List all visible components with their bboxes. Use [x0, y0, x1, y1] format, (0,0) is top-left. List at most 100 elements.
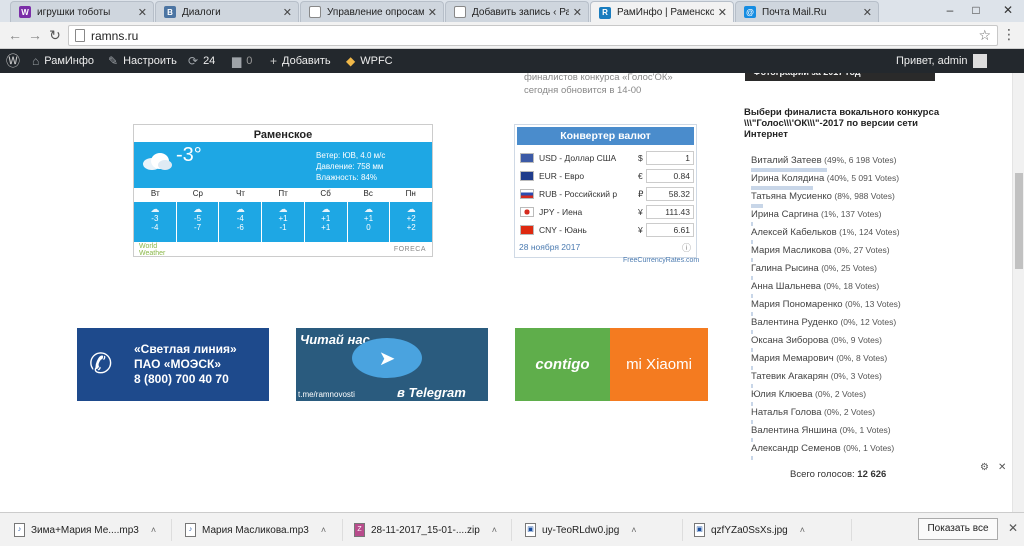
poll-option-name: Оксана Зиборова	[751, 335, 829, 346]
poll-results: Виталий Затеев (49%, 6 198 Votes) Ирина К…	[751, 155, 951, 461]
comments-link[interactable]: ▆ 0	[232, 49, 252, 73]
poll-option-name: Ирина Колядина	[751, 173, 825, 184]
poll-option-name: Юлия Клюева	[751, 389, 813, 400]
window-close-button[interactable]: ✕	[998, 0, 1018, 20]
wpfc-link[interactable]: ◆ WPFC	[346, 49, 393, 73]
poll-option-votes: (0%, 25 Votes)	[821, 263, 877, 273]
download-item[interactable]: ♪ Зима+Мария Ме....mp3 ˄	[14, 519, 172, 541]
add-new-link[interactable]: + Добавить	[270, 49, 331, 73]
gear-icon[interactable]: ⚙	[980, 462, 989, 473]
wordpress-logo-icon[interactable]: Ⓦ	[6, 49, 20, 73]
day-label: Вс	[363, 189, 373, 198]
poll-option-votes: (0%, 27 Votes)	[833, 245, 890, 255]
converter-title: Конвертер валют	[517, 127, 694, 145]
close-icon[interactable]: ✕	[428, 6, 437, 19]
download-item[interactable]: ▣ uy-TeoRLdw0.jpg ˄	[525, 519, 683, 541]
customize-label: Настроить	[123, 55, 177, 67]
show-all-button[interactable]: Показать все	[918, 518, 998, 540]
browser-tab[interactable]: W игрушки тоботы ✕	[10, 1, 154, 22]
snow-cloud-icon: ☁	[150, 204, 160, 214]
back-icon[interactable]: ←	[6, 26, 24, 44]
download-item[interactable]: Z 28-11-2017_15-01-....zip ˄	[354, 519, 512, 541]
avatar	[972, 54, 987, 68]
poll-bar	[751, 420, 753, 424]
info-icon[interactable]: ⓘ	[682, 241, 691, 254]
xiaomi-banner[interactable]: contigo mi Xiaomi	[515, 328, 708, 401]
browser-tab-active[interactable]: R РамИнфо | Раменское и ✕	[590, 1, 734, 23]
us-flag-icon	[520, 153, 534, 163]
minimize-button[interactable]: –	[940, 0, 960, 20]
news-snippet[interactable]: финалистов конкурса «Голос'ОК» сегодня о…	[524, 73, 673, 97]
currency-value-input[interactable]: 0.84	[646, 169, 694, 183]
currency-row: USD - Доллар США $ 1	[518, 150, 694, 166]
close-icon[interactable]: ✕	[998, 462, 1006, 473]
scrollbar-thumb[interactable]	[1015, 173, 1023, 269]
account-menu[interactable]: Привет, admin	[896, 49, 987, 73]
site-link[interactable]: ⌂ РамИнфо	[32, 49, 94, 73]
chevron-up-icon[interactable]: ˄	[800, 525, 805, 535]
photo-caption[interactable]: Фотографии за 2017 год	[745, 73, 935, 81]
converter-source-link[interactable]: FreeCurrencyRates.com	[623, 257, 699, 264]
poll-bar	[751, 384, 753, 388]
bookmark-star-icon[interactable]: ☆	[978, 27, 991, 44]
close-icon[interactable]: ✕	[1008, 521, 1018, 535]
customize-link[interactable]: ✎ Настроить	[108, 49, 177, 73]
close-icon[interactable]: ✕	[138, 6, 147, 19]
poll-bar	[751, 366, 753, 370]
currency-name: EUR - Евро	[539, 171, 585, 181]
currency-row: CNY - Юань ¥ 6.61	[518, 222, 694, 238]
close-icon[interactable]: ✕	[573, 6, 582, 19]
close-icon[interactable]: ✕	[863, 6, 872, 19]
document-icon	[454, 6, 466, 18]
poll-option-votes: (0%, 13 Votes)	[845, 299, 901, 309]
poll-option: Татевик Агакарян (0%, 3 Votes)	[751, 371, 951, 389]
telegram-banner[interactable]: Читай нас ➤ t.me/ramnovosti в Telegram	[296, 328, 488, 401]
wildberries-icon: W	[19, 6, 31, 18]
close-icon[interactable]: ✕	[283, 6, 292, 19]
currency-value-input[interactable]: 1	[646, 151, 694, 165]
currency-row: RUB - Российский р ₽ 58.32	[518, 186, 694, 202]
page-icon	[75, 29, 85, 42]
world-weather-logo[interactable]: World Weather	[139, 243, 173, 257]
menu-icon[interactable]: ⋮	[1002, 26, 1016, 43]
url-input[interactable]: ramns.ru ☆	[68, 25, 998, 46]
foreca-logo[interactable]: FORECA	[394, 246, 426, 253]
maximize-button[interactable]: □	[966, 0, 986, 20]
poll-option: Ирина Колядина (40%, 5 091 Votes)	[751, 173, 951, 191]
forecast-cell: ☁ -5 -7	[176, 202, 219, 242]
currency-row: EUR - Евро € 0.84	[518, 168, 694, 184]
poll-option: Алексей Кабельков (1%, 124 Votes)	[751, 227, 951, 245]
converter-date: 28 ноября 2017	[519, 242, 581, 252]
total-label: Всего голосов:	[790, 469, 855, 480]
chevron-up-icon[interactable]: ˄	[151, 525, 156, 535]
weather-widget[interactable]: Раменское -3° Ветер: ЮВ, 4.0 м/с Давлени…	[133, 124, 433, 257]
forecast-days: Вт Ср Чт Пт Сб Вс Пн	[134, 188, 432, 200]
close-icon[interactable]: ✕	[718, 6, 727, 19]
poll-option-votes: (40%, 5 091 Votes)	[826, 173, 900, 183]
chevron-up-icon[interactable]: ˄	[321, 525, 326, 535]
forward-icon[interactable]: →	[26, 26, 44, 44]
download-item[interactable]: ▣ qzfYZa0SsXs.jpg ˄	[694, 519, 852, 541]
reload-icon[interactable]: ↻	[46, 26, 64, 44]
forecast-high: -3	[151, 214, 159, 223]
download-item[interactable]: ♪ Мария Масликова.mp3 ˄	[185, 519, 343, 541]
currency-value-input[interactable]: 111.43	[646, 205, 694, 219]
tab-title: игрушки тоботы	[37, 6, 111, 18]
currency-value-input[interactable]: 58.32	[646, 187, 694, 201]
browser-tab[interactable]: @ Почта Mail.Ru ✕	[735, 1, 879, 22]
chevron-up-icon[interactable]: ˄	[631, 525, 636, 535]
browser-tab[interactable]: Добавить запись ‹ Рам ✕	[445, 1, 589, 22]
chevron-up-icon[interactable]: ˄	[492, 525, 497, 535]
browser-tab[interactable]: Управление опросами ✕	[300, 1, 444, 22]
currency-symbol: ₽	[638, 189, 644, 199]
browser-tab[interactable]: B Диалоги ✕	[155, 1, 299, 22]
vertical-scrollbar[interactable]	[1012, 73, 1024, 512]
updates-link[interactable]: ⟳ 24	[188, 49, 215, 73]
forecast-high: -4	[236, 214, 244, 223]
moesk-banner[interactable]: ✆ «Светлая линия» ПАО «МОЭСК» 8 (800) 70…	[77, 328, 269, 401]
current-temp: -3°	[176, 144, 202, 166]
rain-cloud-icon: ☁	[321, 204, 331, 214]
currency-value-input[interactable]: 6.61	[646, 223, 694, 237]
vk-icon: B	[164, 6, 176, 18]
currency-name: CNY - Юань	[539, 225, 587, 235]
